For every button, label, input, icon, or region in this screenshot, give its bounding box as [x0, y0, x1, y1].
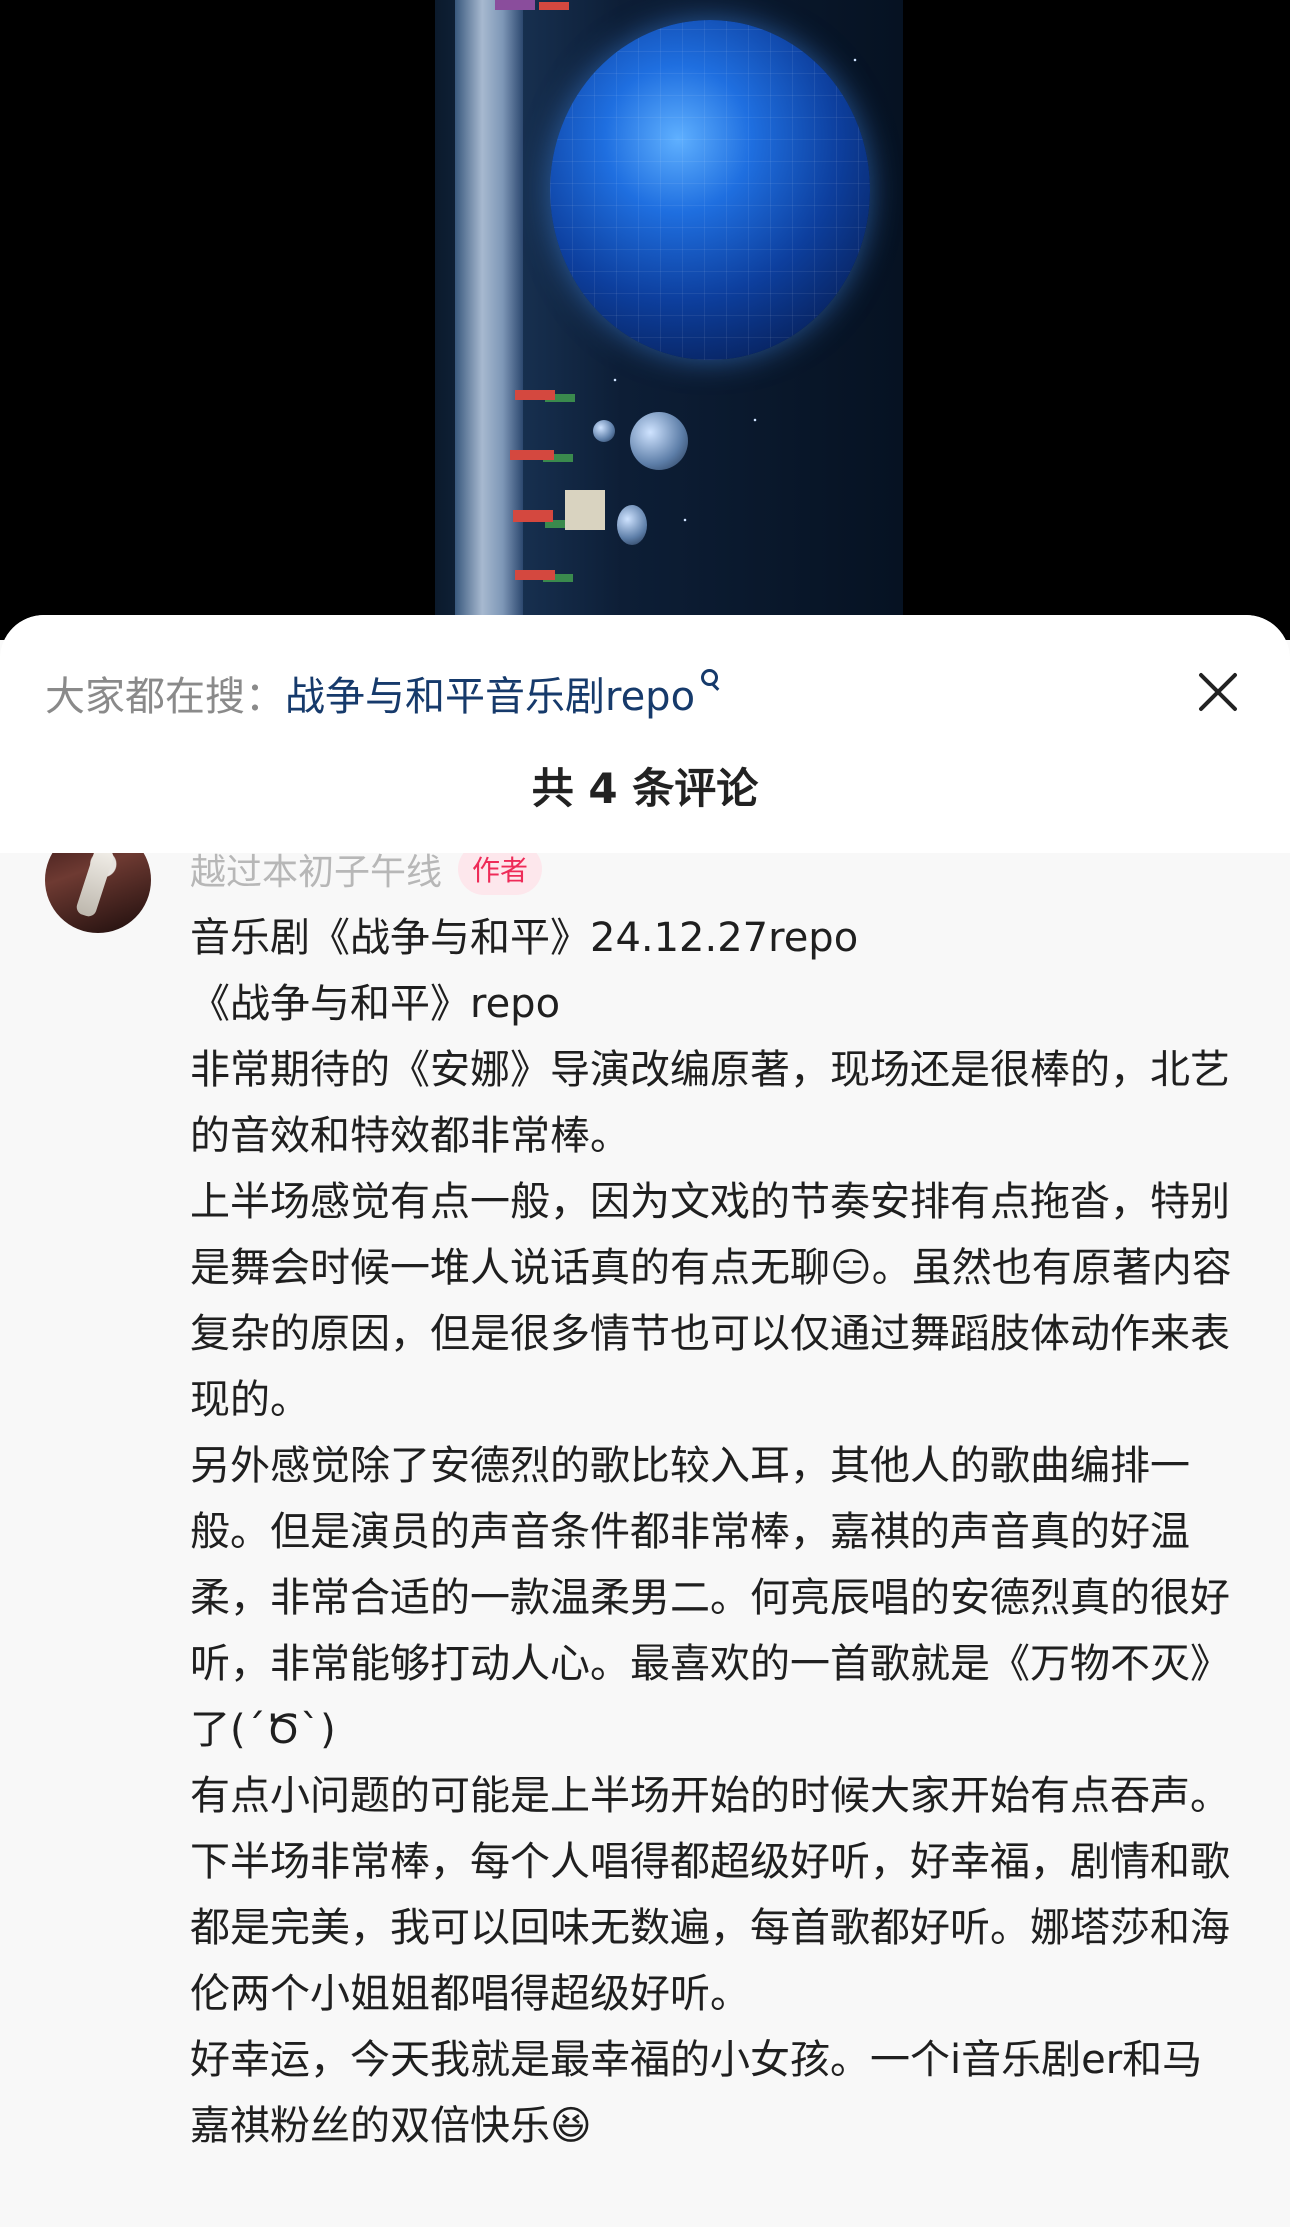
comment-line: 下半场非常棒，每个人唱得都超级好听，好幸福，剧情和歌都是完美，我可以回味无数遍，… — [190, 1839, 1230, 2017]
sheet-header: 大家都在搜： 战争与和平音乐剧repo 共 4 条评论 — [0, 615, 1290, 853]
performers — [495, 380, 625, 610]
comment-list: 越过本初子午线 作者 音乐剧《战争与和平》24.12.27repo 《战争与和平… — [0, 853, 1290, 2227]
search-suggestion[interactable]: 大家都在搜： 战争与和平音乐剧repo — [45, 663, 719, 723]
author-name[interactable]: 越过本初子午线 — [190, 853, 442, 895]
comment-body[interactable]: 音乐剧《战争与和平》24.12.27repo 《战争与和平》repo 非常期待的… — [190, 905, 1240, 2159]
comment-line: 上半场感觉有点一般，因为文戏的节奏安排有点拖沓，特别是舞会时候一堆人说话真的有点… — [190, 1179, 1232, 1423]
comment-line: 非常期待的《安娜》导演改编原著，现场还是很棒的，北艺的音效和特效都非常棒。 — [190, 1047, 1230, 1159]
comment-line: 音乐剧《战争与和平》24.12.27repo — [190, 915, 859, 961]
close-icon[interactable] — [1186, 660, 1250, 724]
search-icon — [701, 669, 719, 695]
comment-line: 《战争与和平》repo — [190, 981, 561, 1027]
author-row: 越过本初子午线 作者 — [190, 853, 543, 899]
search-suggestion-term[interactable]: 战争与和平音乐剧repo — [285, 664, 695, 722]
performers-top — [495, 0, 585, 14]
avatar[interactable] — [45, 853, 151, 933]
comment-count-title: 共 4 条评论 — [531, 764, 759, 813]
comment-item: 越过本初子午线 作者 音乐剧《战争与和平》24.12.27repo 《战争与和平… — [0, 853, 1290, 2227]
comment-line: 另外感觉除了安德烈的歌比较入耳，其他人的歌曲编排一般。但是演员的声音条件都非常棒… — [190, 1443, 1230, 1753]
video-player[interactable] — [0, 0, 1290, 640]
author-badge: 作者 — [458, 853, 543, 895]
stage-image — [435, 0, 903, 640]
search-suggestion-prefix: 大家都在搜： — [45, 674, 285, 720]
planet-small-2 — [630, 412, 688, 470]
comment-line: 好幸运，今天我就是最幸福的小女孩。一个i音乐剧er和马嘉祺粉丝的双倍快乐😆 — [190, 2037, 1203, 2149]
globe-projection — [550, 20, 870, 360]
comments-sheet: 大家都在搜： 战争与和平音乐剧repo 共 4 条评论 越过本初子午线 作者 音… — [0, 615, 1290, 2227]
comment-line: 有点小问题的可能是上半场开始的时候大家开始有点吞声。 — [190, 1773, 1230, 1819]
